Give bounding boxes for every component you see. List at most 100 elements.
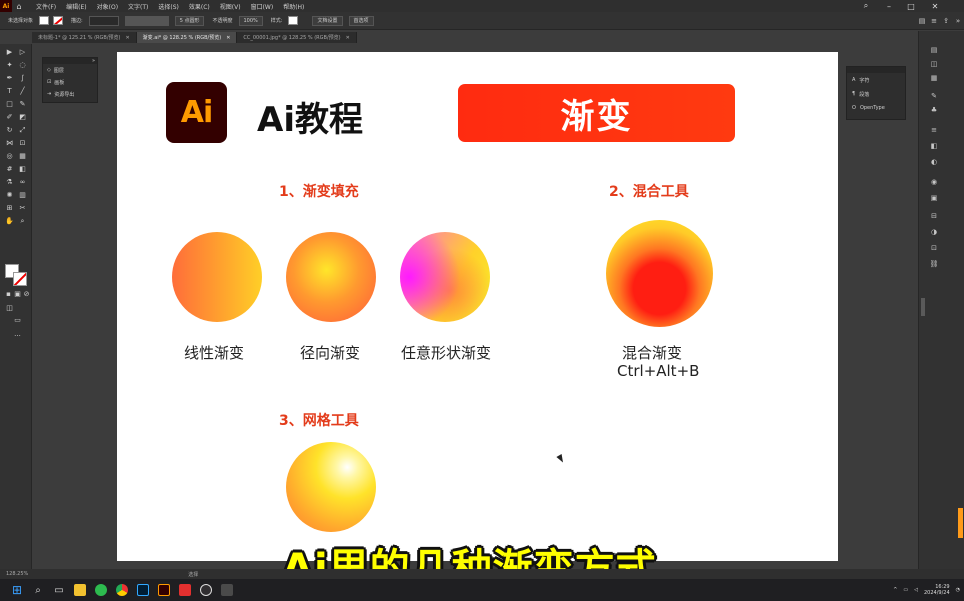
- wps-icon[interactable]: [176, 581, 194, 599]
- symbols-icon[interactable]: ♣: [929, 105, 939, 115]
- panel-row-asset-export[interactable]: ⇥ 资源导出: [43, 88, 97, 100]
- shaper-tool-icon[interactable]: ✐: [5, 113, 14, 122]
- zoom-level[interactable]: 128.25%: [6, 571, 28, 577]
- home-icon[interactable]: ⌂: [12, 0, 26, 12]
- mesh-gradient-circle[interactable]: [286, 442, 376, 532]
- libraries-icon[interactable]: ◫: [929, 59, 939, 69]
- preferences-button[interactable]: 首选项: [348, 15, 374, 26]
- mesh-tool-icon[interactable]: #: [5, 165, 14, 174]
- task-view-icon[interactable]: ▭: [50, 581, 68, 599]
- volume-icon[interactable]: ◁: [914, 587, 918, 593]
- tray-expand-icon[interactable]: ^: [893, 587, 897, 593]
- obs-icon[interactable]: [197, 581, 215, 599]
- more-tools-icon[interactable]: ···: [13, 332, 22, 341]
- notification-icon[interactable]: ◔: [956, 587, 960, 593]
- free-transform-icon[interactable]: ⊡: [18, 139, 27, 148]
- gradient-icon[interactable]: ◧: [929, 141, 939, 151]
- curvature-tool-icon[interactable]: ∫: [18, 74, 27, 83]
- graphic-style-swatch[interactable]: [288, 16, 299, 25]
- eyedropper-icon[interactable]: ⚗: [5, 178, 14, 187]
- none-mode-icon[interactable]: ⊘: [22, 290, 31, 299]
- tab-cc-image[interactable]: CC_00001.jpg* @ 128.25 % (RGB/预览) ✕: [237, 32, 357, 43]
- close-icon[interactable]: ✕: [926, 0, 944, 12]
- menu-view[interactable]: 视图(V): [220, 2, 241, 11]
- panel-row-layers[interactable]: ◇ 图层: [43, 64, 97, 76]
- links-icon[interactable]: ⛓: [929, 259, 939, 269]
- close-tab-icon[interactable]: ✕: [346, 35, 350, 41]
- align-icon[interactable]: ⊟: [929, 211, 939, 221]
- brush-definition-dropdown[interactable]: 5 点圆形: [174, 15, 205, 26]
- radial-gradient-circle[interactable]: [286, 232, 376, 322]
- artboard[interactable]: Ai Ai教程 渐变 1、渐变填充 2、混合工具 3、网格工具 线性渐变 径向渐…: [117, 52, 838, 561]
- gradient-tool-icon[interactable]: ◧: [18, 165, 27, 174]
- panel-menu-icon[interactable]: ≡: [928, 17, 940, 25]
- transform-icon[interactable]: ⊡: [929, 243, 939, 253]
- graphic-styles-icon[interactable]: ▣: [929, 193, 939, 203]
- slice-tool-icon[interactable]: ✂: [18, 204, 27, 213]
- gradient-mode-icon[interactable]: ▣: [13, 290, 22, 299]
- color-mode-icon[interactable]: ▪: [4, 290, 13, 299]
- draw-mode-icon[interactable]: ◫: [5, 304, 14, 313]
- screen-mode-icon[interactable]: ▭: [13, 316, 22, 325]
- hand-tool-icon[interactable]: ✋: [5, 217, 14, 226]
- freeform-gradient-circle[interactable]: [400, 232, 490, 322]
- search-icon[interactable]: ⌕: [29, 581, 47, 599]
- close-tab-icon[interactable]: ✕: [226, 35, 230, 41]
- type-tool-icon[interactable]: T: [5, 87, 14, 96]
- zoom-tool-icon[interactable]: ⌕: [18, 217, 27, 226]
- clock[interactable]: 16:29 2024/9/24: [924, 584, 950, 596]
- opacity-field[interactable]: 100%: [238, 15, 263, 26]
- menu-window[interactable]: 窗口(W): [251, 2, 274, 11]
- scale-tool-icon[interactable]: ⤢: [18, 126, 27, 135]
- search-icon[interactable]: ⌕: [857, 0, 875, 12]
- windows-start-icon[interactable]: ⊞: [8, 581, 26, 599]
- properties-icon[interactable]: ▤: [929, 45, 939, 55]
- menu-effect[interactable]: 效果(C): [189, 2, 210, 11]
- magic-wand-icon[interactable]: ✦: [5, 61, 14, 70]
- maximize-icon[interactable]: □: [902, 0, 920, 12]
- width-tool-icon[interactable]: ⋈: [5, 139, 14, 148]
- share-icon[interactable]: ⇪: [940, 17, 952, 25]
- panel-row-paragraph[interactable]: ¶ 段落: [847, 87, 905, 101]
- menu-select[interactable]: 选择(S): [158, 2, 179, 11]
- panel-row-character[interactable]: A 字符: [847, 73, 905, 87]
- tab-untitled[interactable]: 未标题-1* @ 125.21 % (RGB/预览) ✕: [32, 32, 137, 43]
- line-tool-icon[interactable]: ╱: [18, 87, 27, 96]
- close-tab-icon[interactable]: ✕: [125, 35, 129, 41]
- pen-tool-icon[interactable]: ✒: [5, 74, 14, 83]
- file-explorer-icon[interactable]: [71, 581, 89, 599]
- illustrator-icon[interactable]: [155, 581, 173, 599]
- rotate-tool-icon[interactable]: ↻: [5, 126, 14, 135]
- chrome-icon[interactable]: [113, 581, 131, 599]
- paintbrush-icon[interactable]: ✎: [18, 100, 27, 109]
- blend-tool-icon[interactable]: ∞: [18, 178, 27, 187]
- symbol-sprayer-icon[interactable]: ✺: [5, 191, 14, 200]
- arrange-icon[interactable]: ▤: [916, 17, 928, 25]
- stroke-weight-field[interactable]: [88, 15, 119, 26]
- blend-gradient-circle[interactable]: [606, 220, 713, 327]
- tab-gradient[interactable]: 渐变.ai* @ 128.25 % (RGB/预览) ✕: [136, 32, 238, 43]
- stroke-swatch[interactable]: [13, 272, 27, 286]
- stroke-color-swatch[interactable]: [53, 16, 64, 25]
- rectangle-tool-icon[interactable]: □: [5, 100, 14, 109]
- perspective-grid-icon[interactable]: ▦: [18, 152, 27, 161]
- menu-file[interactable]: 文件(F): [36, 2, 56, 11]
- brushes-icon[interactable]: ✎: [929, 91, 939, 101]
- wechat-icon[interactable]: [92, 581, 110, 599]
- expand-icon[interactable]: »: [952, 17, 964, 25]
- appearance-icon[interactable]: ◉: [929, 177, 939, 187]
- shape-builder-icon[interactable]: ◎: [5, 152, 14, 161]
- minimize-icon[interactable]: –: [880, 0, 898, 12]
- side-scroll-indicator[interactable]: [958, 508, 963, 538]
- menu-edit[interactable]: 编辑(E): [66, 2, 86, 11]
- pathfinder-icon[interactable]: ◑: [929, 227, 939, 237]
- transparency-icon[interactable]: ◐: [929, 157, 939, 167]
- stroke-icon[interactable]: ≡: [929, 125, 939, 135]
- artboard-tool-icon[interactable]: ⊞: [5, 204, 14, 213]
- network-icon[interactable]: ▭: [903, 587, 908, 593]
- swatches-icon[interactable]: ▦: [929, 73, 939, 83]
- eraser-icon[interactable]: ◩: [18, 113, 27, 122]
- fill-color-swatch[interactable]: [39, 16, 50, 25]
- panel-scrollbar[interactable]: [921, 298, 925, 316]
- variable-width-field[interactable]: [124, 15, 169, 26]
